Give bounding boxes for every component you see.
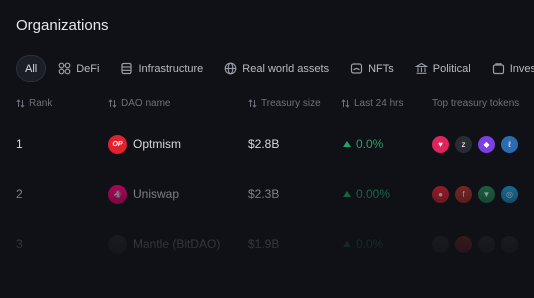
table-header: Rank DAO name Treasury size Last 24 hrs … [0,98,534,112]
filter-label: Real world assets [242,62,330,75]
filter-label: Political [432,62,471,75]
dao-cell: 🦄 Uniswap [108,184,179,204]
sort-icon [248,99,257,108]
token-a-icon [432,235,449,253]
filter-label: DeFi [76,62,100,75]
rank-value: 3 [16,237,23,251]
filter-all[interactable]: All [16,55,47,82]
globe-icon [224,62,237,75]
rank-value: 2 [16,187,23,201]
uniswap-logo-icon: 🦄 [108,184,127,204]
token-list: ● f ▼ ◎ [432,184,524,204]
link-token-icon: ℓ [501,135,518,153]
dao-cell: OP Optmism [108,134,181,154]
filter-infrastructure[interactable]: Infrastructure [111,55,212,82]
table-row[interactable]: 1 OP Optmism $2.8B 0.0% ♥ z ◆ ℓ [0,134,534,154]
organizations-panel: Organizations All DeFi Infrastructure Re… [0,0,534,298]
token-b-icon [455,235,472,253]
column-label: Treasury size [261,98,321,109]
up-arrow-icon [343,191,351,197]
dao-name: Optmism [133,137,181,151]
grid-icon [58,62,71,75]
filter-real-world-assets[interactable]: Real world assets [215,55,338,82]
dao-name: Mantle (BitDAO) [133,237,221,251]
red-token-icon: ● [432,185,449,203]
table-row[interactable]: 3 Mantle (BitDAO) $1.9B 0.0% [0,234,534,254]
z-token-icon: z [455,135,472,153]
filter-label: Infrastructure [138,62,204,75]
column-label: DAO name [121,98,171,109]
treasury-value: $2.8B [248,137,280,151]
blue-token-icon: ◎ [501,185,518,203]
database-icon [121,62,133,75]
mantle-logo-icon [108,234,127,254]
up-arrow-icon [343,241,351,247]
column-label: Top treasury tokens [432,98,520,109]
column-dao-name[interactable]: DAO name [108,98,170,109]
column-last-24-hrs[interactable]: Last 24 hrs [341,98,403,109]
filter-label: NFTs [368,62,394,75]
token-d-icon [501,235,518,253]
category-filters: All DeFi Infrastructure Real world asset… [16,55,534,82]
token-list: ♥ z ◆ ℓ [432,134,524,154]
filter-political[interactable]: Political [406,55,480,82]
treasury-value: $2.3B [248,187,280,201]
up-arrow-icon [343,141,351,147]
sort-icon [341,99,350,108]
table-row[interactable]: 2 🦄 Uniswap $2.3B 0.00% ● f ▼ ◎ [0,184,534,204]
column-rank[interactable]: Rank [16,98,52,109]
token-list [432,234,524,254]
sort-icon [16,99,25,108]
change-value: 0.0% [356,237,384,251]
optimism-logo-icon: OP [108,134,127,154]
v-token-icon: ▼ [478,185,495,203]
fade-overlay [0,160,534,298]
rank-value: 1 [16,137,23,151]
filter-nfts[interactable]: NFTs [341,55,403,82]
filter-investment[interactable]: Inves [483,55,534,82]
column-label: Last 24 hrs [354,98,404,109]
column-label: Rank [29,98,53,109]
change-cell: 0.0% [343,134,383,154]
building-icon [414,62,428,74]
heart-icon: ♥ [432,135,449,153]
page-title: Organizations [16,17,109,34]
change-value: 0.0% [356,137,384,151]
dao-name: Uniswap [133,187,180,201]
f-token-icon: f [455,185,472,203]
dao-cell: Mantle (BitDAO) [108,234,220,254]
change-value: 0.00% [356,187,391,201]
filter-label: All [25,62,38,75]
hex-token-icon: ◆ [478,135,495,153]
filter-label: Inves [509,62,534,75]
token-c-icon [478,235,495,253]
filter-defi[interactable]: DeFi [49,55,108,82]
wallet-icon [492,63,504,75]
change-cell: 0.00% [343,184,390,204]
sort-icon [108,99,117,108]
change-cell: 0.0% [343,234,383,254]
image-icon [351,63,363,74]
column-top-treasury-tokens: Top treasury tokens [432,98,519,109]
column-treasury-size[interactable]: Treasury size [248,98,321,109]
treasury-value: $1.9B [248,237,280,251]
